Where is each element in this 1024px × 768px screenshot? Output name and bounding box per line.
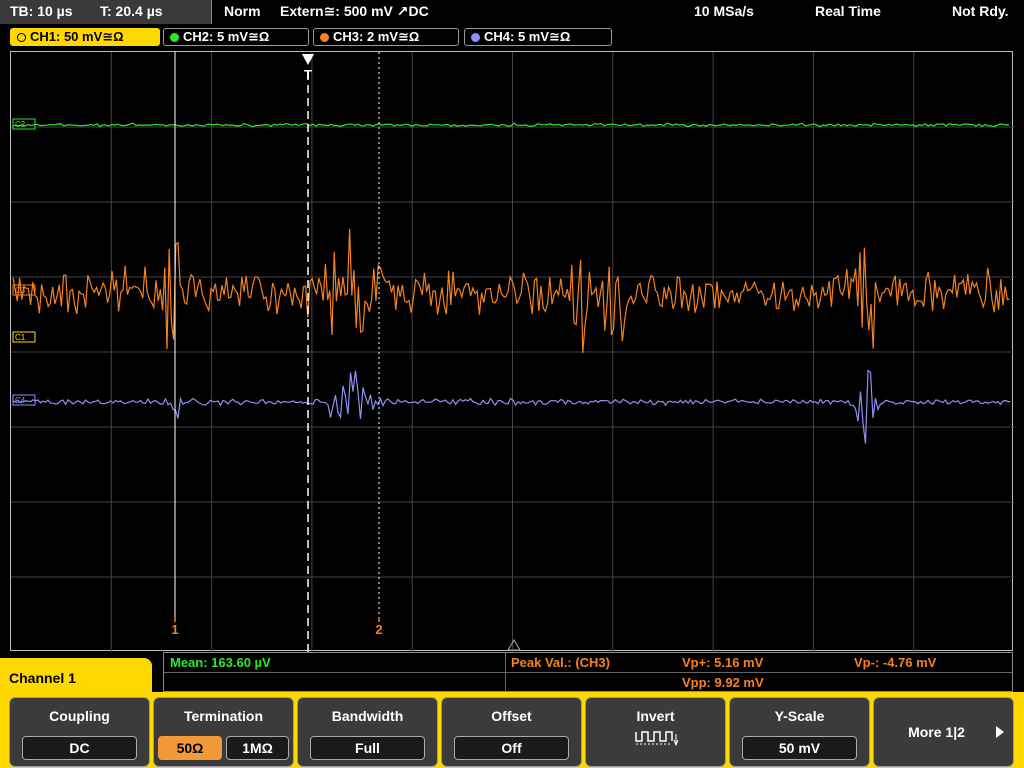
trigger-marker-label: T (304, 67, 312, 82)
invert-softkey[interactable]: Invert (585, 697, 726, 767)
horizontal-position-icon[interactable] (507, 639, 521, 651)
acquisition-mode: Real Time (815, 3, 881, 19)
termination-title: Termination (183, 708, 264, 724)
ch4-indicator-icon (471, 33, 480, 42)
cursor-1-label: 1 (171, 622, 178, 637)
more-title: More 1|2 (908, 724, 965, 740)
trigger-position-readout: T: 20.4 µs (100, 3, 163, 19)
coupling-title: Coupling (49, 708, 110, 724)
channel-tab-label: CH3: 2 mV≅Ω (333, 29, 420, 44)
trigger-source[interactable]: Extern≅: 500 mV ↗DC (280, 3, 429, 20)
status-bar: TB: 10 µs T: 20.4 µs Norm Extern≅: 500 m… (0, 0, 1024, 24)
more-arrow-icon (996, 726, 1004, 738)
invert-waveform-icon (635, 731, 679, 747)
y-scale-title: Y-Scale (774, 708, 825, 724)
timebase-readout: TB: 10 µs (10, 3, 73, 19)
ch1-marker-label: C1 (15, 333, 26, 342)
waveform-canvas: C2 C3 C1 C4 T 1 2 (11, 52, 1014, 652)
peak-value-label: Peak Val.: (CH3) (511, 655, 610, 670)
cursor-2-label: 2 (375, 622, 382, 637)
sample-rate: 10 MSa/s (694, 3, 754, 19)
offset-softkey[interactable]: Offset Off (441, 697, 582, 767)
channel-tab-label: CH2: 5 mV≅Ω (183, 29, 270, 44)
channel-tab-ch1[interactable]: CH1: 50 mV≅Ω (10, 28, 160, 46)
channel-tab-ch3[interactable]: CH3: 2 mV≅Ω (313, 28, 459, 46)
termination-1mohm-option[interactable]: 1MΩ (226, 736, 289, 760)
trigger-mode[interactable]: Norm (224, 3, 261, 19)
channel-tab-label: CH4: 5 mV≅Ω (484, 29, 571, 44)
channel-tab-ch4[interactable]: CH4: 5 mV≅Ω (464, 28, 612, 46)
termination-50ohm-option[interactable]: 50Ω (158, 736, 222, 760)
measurement-panel: Mean: 163.60 µV Peak Val.: (CH3) Vp+: 5.… (163, 652, 1013, 692)
coupling-softkey[interactable]: Coupling DC (9, 697, 150, 767)
channel-menu-title-text: Channel 1 (9, 670, 76, 686)
bandwidth-value: Full (310, 736, 425, 760)
offset-value: Off (454, 736, 569, 760)
bandwidth-softkey[interactable]: Bandwidth Full (297, 697, 438, 767)
graticule-grid (11, 52, 1014, 652)
vp-plus-measurement: Vp+: 5.16 mV (682, 655, 764, 670)
ch4-waveform (12, 369, 1011, 444)
vp-minus-measurement: Vp-: -4.76 mV (854, 655, 937, 670)
ch2-marker-label: C2 (15, 120, 26, 129)
invert-title: Invert (636, 708, 675, 724)
ch4-marker-label: C4 (15, 396, 26, 405)
y-scale-value: 50 mV (742, 736, 857, 760)
vpp-measurement: Vpp: 9.92 mV (682, 675, 764, 690)
timebase-box[interactable]: TB: 10 µs T: 20.4 µs (0, 0, 212, 24)
mean-measurement: Mean: 163.60 µV (170, 655, 271, 670)
ch2-indicator-icon (170, 33, 179, 42)
bandwidth-title: Bandwidth (331, 708, 404, 724)
channel-markers: C2 C3 C1 C4 (12, 118, 36, 406)
termination-softkey[interactable]: Termination 50Ω 1MΩ (153, 697, 294, 767)
channel-tab-ch2[interactable]: CH2: 5 mV≅Ω (163, 28, 309, 46)
ch1-indicator-icon (17, 33, 26, 42)
channel-tab-label: CH1: 50 mV≅Ω (30, 29, 124, 44)
ch3-indicator-icon (320, 33, 329, 42)
ch2-waveform (12, 122, 1010, 128)
more-softkey[interactable]: More 1|2 (873, 697, 1014, 767)
y-scale-softkey[interactable]: Y-Scale 50 mV (729, 697, 870, 767)
acquisition-status: Not Rdy. (952, 3, 1009, 19)
ch3-waveform (12, 228, 1010, 353)
offset-title: Offset (491, 708, 532, 724)
coupling-value: DC (22, 736, 137, 760)
waveform-display[interactable]: C2 C3 C1 C4 T 1 2 (10, 51, 1014, 652)
